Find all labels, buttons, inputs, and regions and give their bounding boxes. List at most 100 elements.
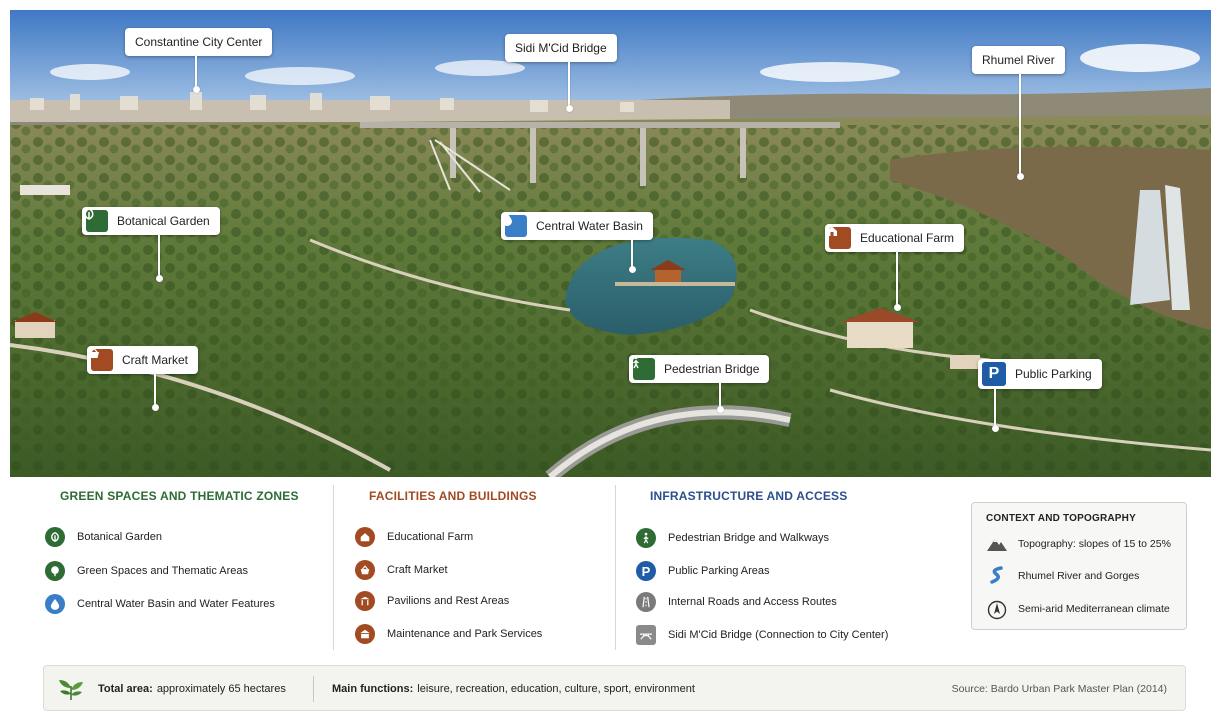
callout-craft-market[interactable]: Craft Market <box>87 346 199 374</box>
context-item-river: Rhumel River and Gorges <box>986 565 1139 587</box>
location-dot <box>893 304 901 311</box>
legend-column-green: GREEN SPACES AND THEMATIC ZONES <box>60 487 299 505</box>
context-label: Topography: slopes of 15 to 25% <box>1018 538 1171 550</box>
divider <box>333 485 334 650</box>
divider <box>313 676 314 702</box>
callout-label: Constantine City Center <box>135 35 263 49</box>
leader-line <box>154 374 156 406</box>
legend-item-maintenance: Maintenance and Park Services <box>355 624 542 644</box>
source-note: Source: Bardo Urban Park Master Plan (20… <box>951 683 1167 695</box>
context-label: Rhumel River and Gorges <box>1018 570 1140 582</box>
context-and-topography-box: CONTEXT AND TOPOGRAPHY Topography: slope… <box>971 502 1187 630</box>
parking-icon: P <box>636 561 656 581</box>
legend-item-green-spaces: Green Spaces and Thematic Areas <box>45 561 248 581</box>
aerial-illustration <box>10 10 1211 477</box>
location-dot <box>1016 173 1024 180</box>
divider <box>615 485 616 650</box>
total-area: Total area: approximately 65 hectares <box>98 666 286 712</box>
location-dot <box>155 275 163 282</box>
leader-line <box>631 240 633 268</box>
callout-pedestrian-bridge[interactable]: Pedestrian Bridge <box>629 355 770 383</box>
context-item-topography: Topography: slopes of 15 to 25% <box>986 533 1171 555</box>
callout-constantine-city-center[interactable]: Constantine City Center <box>125 28 273 56</box>
total-area-label: Total area: <box>98 683 153 695</box>
location-dot <box>716 406 724 413</box>
legend-title-infrastructure: INFRASTRUCTURE AND ACCESS <box>650 489 848 503</box>
callout-label: Pedestrian Bridge <box>664 362 760 376</box>
callout-educational-farm[interactable]: Educational Farm <box>825 224 965 252</box>
legend-panel: GREEN SPACES AND THEMATIC ZONES Botanica… <box>10 477 1211 718</box>
leaf-icon <box>84 208 108 232</box>
parking-icon: P <box>982 362 1006 386</box>
legend-item-botanical-garden: Botanical Garden <box>45 527 162 547</box>
pedestrian-icon <box>636 528 656 548</box>
legend-item-water-basin: Central Water Basin and Water Features <box>45 594 275 614</box>
callout-botanical-garden[interactable]: Botanical Garden <box>82 207 220 235</box>
river-icon <box>986 565 1008 587</box>
callout-central-water-basin[interactable]: Central Water Basin <box>501 212 653 240</box>
main-functions-label: Main functions: <box>332 683 414 695</box>
tree-icon <box>45 561 65 581</box>
leader-line <box>896 252 898 306</box>
callout-rhumel-river[interactable]: Rhumel River <box>972 46 1065 74</box>
leader-line <box>994 389 996 427</box>
callout-label: Educational Farm <box>860 231 955 245</box>
pedestrian-icon <box>633 355 655 380</box>
basket-icon <box>355 560 375 580</box>
legend-label: Botanical Garden <box>77 531 162 543</box>
location-dot <box>991 425 999 432</box>
context-label: Semi-arid Mediterranean climate <box>1018 603 1170 615</box>
farm-house-icon <box>827 226 851 249</box>
callout-label: Craft Market <box>122 353 189 367</box>
legend-label: Internal Roads and Access Routes <box>668 596 837 608</box>
callout-label: Central Water Basin <box>536 219 643 233</box>
main-functions-value: leisure, recreation, education, culture,… <box>417 683 695 695</box>
legend-label: Pavilions and Rest Areas <box>387 595 510 607</box>
pavilion-icon <box>355 591 375 611</box>
road-icon <box>636 592 656 612</box>
bridge-icon <box>636 625 656 645</box>
callout-sidi-mcid-bridge[interactable]: Sidi M'Cid Bridge <box>505 34 617 62</box>
legend-column-facilities: FACILITIES AND BUILDINGS <box>369 487 537 505</box>
legend-label: Green Spaces and Thematic Areas <box>77 565 249 577</box>
legend-label: Central Water Basin and Water Features <box>77 598 275 610</box>
legend-item-internal-roads: Internal Roads and Access Routes <box>636 592 837 612</box>
callout-label: Botanical Garden <box>117 214 210 228</box>
location-dot <box>192 86 200 93</box>
legend-title-green: GREEN SPACES AND THEMATIC ZONES <box>60 489 299 503</box>
farm-house-icon <box>355 527 375 547</box>
aerial-park-view: Constantine City Center Sidi M'Cid Bridg… <box>10 10 1211 477</box>
leader-line <box>158 235 160 277</box>
main-functions: Main functions: leisure, recreation, edu… <box>332 666 695 712</box>
parking-letter: P <box>641 563 651 579</box>
callout-label: Sidi M'Cid Bridge <box>515 41 607 55</box>
legend-column-infrastructure: INFRASTRUCTURE AND ACCESS <box>650 487 847 505</box>
legend-title-context: CONTEXT AND TOPOGRAPHY <box>986 513 1136 524</box>
leader-line <box>1019 74 1021 174</box>
legend-label: Public Parking Areas <box>668 565 770 577</box>
water-drop-icon <box>502 213 527 237</box>
total-area-value: approximately 65 hectares <box>156 683 286 695</box>
legend-title-facilities: FACILITIES AND BUILDINGS <box>369 489 537 503</box>
mountain-icon <box>986 533 1008 555</box>
compass-icon <box>986 598 1008 620</box>
parking-letter: P <box>988 365 1000 382</box>
basket-icon <box>89 347 113 371</box>
plants-icon <box>56 666 86 712</box>
leader-line <box>195 56 197 88</box>
leaf-icon <box>45 527 65 547</box>
legend-item-pedestrian-bridge: Pedestrian Bridge and Walkways <box>636 528 829 548</box>
callout-label: Public Parking <box>1015 367 1092 381</box>
legend-item-craft-market: Craft Market <box>355 560 448 580</box>
legend-item-educational-farm: Educational Farm <box>355 527 473 547</box>
legend-label: Pedestrian Bridge and Walkways <box>668 532 830 544</box>
location-dot <box>151 404 159 411</box>
legend-item-public-parking: P Public Parking Areas <box>636 561 770 581</box>
legend-label: Maintenance and Park Services <box>387 628 543 640</box>
location-dot <box>565 105 573 112</box>
building-icon <box>355 624 375 644</box>
legend-label: Sidi M'Cid Bridge (Connection to City Ce… <box>668 629 889 641</box>
location-dot <box>628 266 636 273</box>
legend-item-pavilions: Pavilions and Rest Areas <box>355 591 509 611</box>
callout-public-parking[interactable]: P Public Parking <box>978 359 1102 389</box>
